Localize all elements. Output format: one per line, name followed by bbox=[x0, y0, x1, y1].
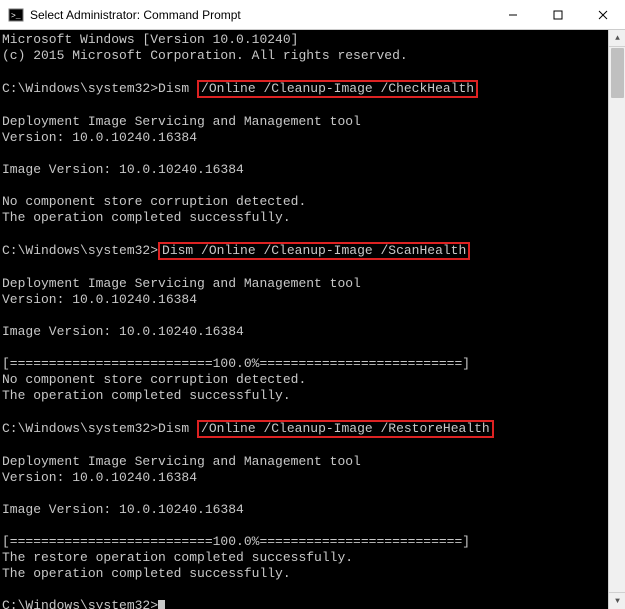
highlighted-command: /Online /Cleanup-Image /CheckHealth bbox=[197, 80, 478, 98]
minimize-button[interactable] bbox=[490, 0, 535, 29]
progress-bar: [==========================100.0%=======… bbox=[2, 534, 470, 549]
highlighted-command: /Online /Cleanup-Image /RestoreHealth bbox=[197, 420, 494, 438]
output-line: Image Version: 10.0.10240.16384 bbox=[2, 162, 244, 177]
output-line: The operation completed successfully. bbox=[2, 388, 291, 403]
prompt-path: C:\Windows\system32> bbox=[2, 243, 158, 258]
window-titlebar: >_ Select Administrator: Command Prompt bbox=[0, 0, 625, 30]
cmd-icon: >_ bbox=[8, 7, 24, 23]
vertical-scrollbar[interactable]: ▲ ▼ bbox=[608, 30, 625, 609]
scroll-up-button[interactable]: ▲ bbox=[609, 30, 625, 47]
output-line: The operation completed successfully. bbox=[2, 210, 291, 225]
window-title: Select Administrator: Command Prompt bbox=[30, 8, 490, 22]
output-line: Version: 10.0.10240.16384 bbox=[2, 292, 197, 307]
output-line: Version: 10.0.10240.16384 bbox=[2, 130, 197, 145]
output-line: (c) 2015 Microsoft Corporation. All righ… bbox=[2, 48, 408, 63]
output-line: Version: 10.0.10240.16384 bbox=[2, 470, 197, 485]
window-controls bbox=[490, 0, 625, 29]
terminal-output[interactable]: Microsoft Windows [Version 10.0.10240] (… bbox=[0, 30, 608, 609]
output-line: Deployment Image Servicing and Managemen… bbox=[2, 454, 361, 469]
scroll-thumb[interactable] bbox=[611, 48, 624, 98]
highlighted-command: Dism /Online /Cleanup-Image /ScanHealth bbox=[158, 242, 470, 260]
text-cursor bbox=[158, 600, 165, 609]
progress-bar: [==========================100.0%=======… bbox=[2, 356, 470, 371]
output-line: Deployment Image Servicing and Managemen… bbox=[2, 276, 361, 291]
prompt-path: C:\Windows\system32> bbox=[2, 598, 158, 609]
maximize-button[interactable] bbox=[535, 0, 580, 29]
output-line: Image Version: 10.0.10240.16384 bbox=[2, 324, 244, 339]
command-text: Dism bbox=[158, 81, 197, 96]
svg-text:>_: >_ bbox=[11, 12, 21, 21]
prompt-path: C:\Windows\system32> bbox=[2, 81, 158, 96]
output-line: No component store corruption detected. bbox=[2, 372, 306, 387]
output-line: Deployment Image Servicing and Managemen… bbox=[2, 114, 361, 129]
output-line: Microsoft Windows [Version 10.0.10240] bbox=[2, 32, 298, 47]
prompt-path: C:\Windows\system32> bbox=[2, 421, 158, 436]
output-line: The restore operation completed successf… bbox=[2, 550, 353, 565]
scroll-down-button[interactable]: ▼ bbox=[609, 592, 625, 609]
output-line: Image Version: 10.0.10240.16384 bbox=[2, 502, 244, 517]
output-line: The operation completed successfully. bbox=[2, 566, 291, 581]
command-text: Dism bbox=[158, 421, 197, 436]
output-line: No component store corruption detected. bbox=[2, 194, 306, 209]
close-button[interactable] bbox=[580, 0, 625, 29]
